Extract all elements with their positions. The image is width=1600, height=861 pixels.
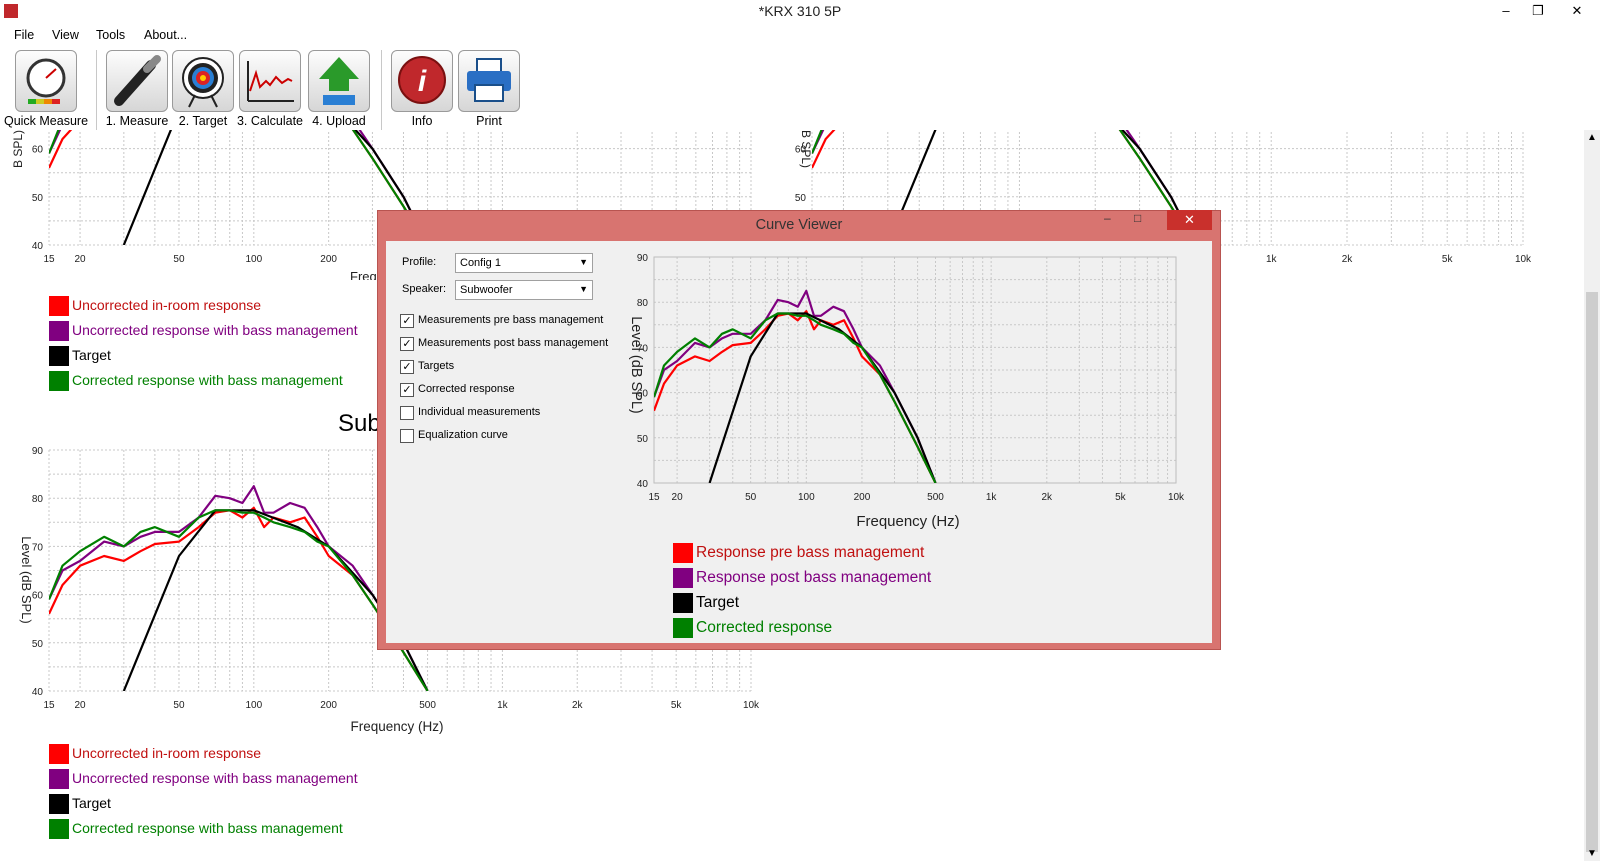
y-tick-label: 90: [32, 446, 44, 457]
graph-icon: [239, 50, 301, 112]
x-tick-label: 100: [245, 700, 262, 711]
x-tick-label: 1k: [986, 492, 998, 503]
x-tick-label: 50: [745, 492, 757, 503]
speaker-label: Speaker:: [402, 283, 447, 295]
series-line: [49, 485, 429, 691]
x-tick-label: 15: [648, 492, 660, 503]
restore-button[interactable]: ❐: [1522, 0, 1554, 22]
x-tick-label: 500: [927, 492, 944, 503]
curve-viewer-dialog: Curve Viewer – □ ✕ Profile: Config 1 ▼ Sp…: [377, 210, 1221, 650]
vertical-scrollbar[interactable]: ▲ ▼: [1584, 130, 1600, 861]
y-tick-label: 80: [637, 298, 649, 309]
menu-about[interactable]: About...: [144, 28, 187, 42]
x-tick-label: 5k: [1115, 492, 1127, 503]
dialog-y-axis-label: Level (dB SPL): [628, 316, 644, 414]
x-tick-label: 100: [245, 254, 262, 265]
y-tick-label: 90: [637, 253, 649, 264]
dialog-maximize-button[interactable]: □: [1134, 211, 1141, 225]
x-tick-label: 10k: [743, 700, 760, 711]
x-tick-label: 1k: [1266, 254, 1278, 265]
x-tick-label: 5k: [1442, 254, 1454, 265]
dialog-title: Curve Viewer: [755, 217, 843, 233]
y-axis-label: Level (dB SPL): [19, 536, 34, 623]
microphone-icon: [106, 50, 168, 112]
x-tick-label: 10k: [1515, 254, 1532, 265]
section-title: Sub: [338, 410, 381, 437]
y-axis-label-partial-right: B SPL): [799, 130, 813, 168]
dialog-chart: 15 20 50 100 200 500 1k 2k 5k 10k405060708090 Lev…: [628, 253, 1185, 530]
menu-bar: File View Tools About...: [0, 24, 1600, 46]
x-tick-label: 2k: [1342, 254, 1354, 265]
y-tick-label: 80: [32, 494, 44, 505]
x-tick-label: 500: [419, 700, 436, 711]
series-line: [49, 509, 429, 691]
x-tick-label: 15: [43, 254, 55, 265]
menu-file[interactable]: File: [14, 28, 34, 42]
x-axis-label-partial: Freq: [350, 269, 377, 280]
x-tick-label: 10k: [1168, 492, 1185, 503]
target-icon: [172, 50, 234, 112]
x-tick-label: 20: [74, 700, 86, 711]
y-tick-label: 40: [32, 687, 44, 698]
chevron-down-icon: ▼: [579, 257, 588, 267]
svg-text:i: i: [418, 65, 427, 98]
menu-view[interactable]: View: [52, 28, 79, 42]
x-tick-label: 5k: [671, 700, 683, 711]
dialog-close-button[interactable]: ✕: [1167, 210, 1212, 230]
speaker-select[interactable]: Subwoofer ▼: [455, 280, 593, 300]
x-tick-label: 20: [672, 492, 684, 503]
scroll-down-icon[interactable]: ▼: [1587, 848, 1597, 859]
y-tick-label: 50: [32, 639, 44, 650]
y-tick-label: 50: [795, 193, 807, 204]
close-button[interactable]: ✕: [1554, 0, 1600, 22]
chevron-down-icon: ▼: [579, 284, 588, 294]
dialog-body: Profile: Config 1 ▼ Speaker: Subwoofer ▼ ✓…: [386, 241, 1212, 643]
series-line: [49, 506, 429, 691]
y-tick-label: 50: [637, 434, 649, 445]
x-tick-label: 15: [43, 700, 55, 711]
info-icon: i: [391, 50, 453, 112]
x-tick-label: 2k: [572, 700, 584, 711]
x-axis-label: Frequency (Hz): [350, 719, 443, 734]
profile-select[interactable]: Config 1 ▼: [455, 253, 593, 273]
y-tick-label: 50: [32, 193, 44, 204]
series-line: [654, 289, 937, 483]
y-tick-label: 40: [637, 479, 649, 490]
printer-icon: [458, 50, 520, 112]
gauge-icon: [15, 50, 77, 112]
x-tick-label: 200: [854, 492, 871, 503]
menu-tools[interactable]: Tools: [96, 28, 125, 42]
y-axis-label-partial: B SPL): [11, 130, 25, 168]
upload-icon: [308, 50, 370, 112]
series-line: [708, 312, 937, 483]
scrollbar-thumb[interactable]: [1586, 292, 1598, 852]
x-tick-label: 1k: [497, 700, 509, 711]
dialog-x-axis-label: Frequency (Hz): [856, 513, 959, 530]
minimize-button[interactable]: –: [1490, 0, 1522, 22]
y-tick-label: 40: [32, 241, 44, 252]
profile-label: Profile:: [402, 256, 437, 268]
x-tick-label: 50: [173, 700, 185, 711]
x-tick-label: 2k: [1042, 492, 1054, 503]
toolbar: Quick Measure 1. Measure 2. Target 3. Ca…: [0, 46, 1600, 130]
scroll-up-icon[interactable]: ▲: [1587, 132, 1597, 143]
dialog-minimize-button[interactable]: –: [1104, 211, 1111, 225]
x-tick-label: 200: [320, 254, 337, 265]
x-tick-label: 200: [320, 700, 337, 711]
x-tick-label: 50: [173, 254, 185, 265]
title-bar: *KRX 310 5P – ❐ ✕: [0, 0, 1600, 24]
y-tick-label: 60: [32, 145, 44, 156]
window-title: *KRX 310 5P: [758, 3, 842, 19]
x-tick-label: 100: [798, 492, 815, 503]
series-line: [654, 312, 937, 483]
x-tick-label: 20: [74, 254, 86, 265]
